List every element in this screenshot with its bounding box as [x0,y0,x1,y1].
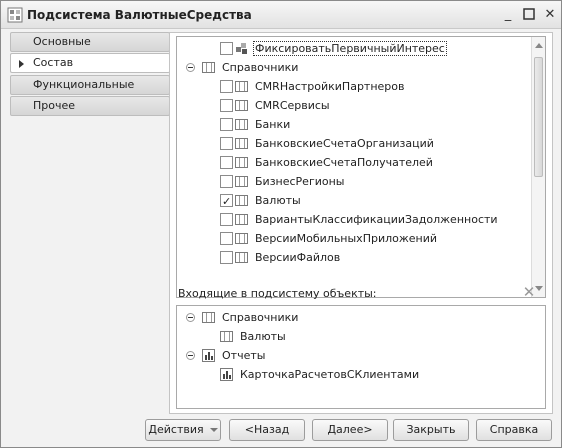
tree-row[interactable]: ВерсииМобильныхПриложений [177,229,532,248]
tree-group-row[interactable]: Справочники [177,58,532,77]
tree-row[interactable]: CMRСервисы [177,96,532,115]
catalog-icon [235,138,248,149]
window-title: Подсистема ВалютныеСредства [27,8,252,22]
scroll-thumb[interactable] [534,57,543,177]
report-icon [220,368,233,381]
catalog-icon [235,252,248,263]
catalog-icon [235,157,248,168]
tree-row[interactable]: КарточкаРасчетовСКлиентами [177,365,532,384]
sidebar-item-main[interactable]: Основные [10,32,170,52]
row-checkbox[interactable] [220,251,233,264]
chevron-down-icon [209,428,218,432]
next-button[interactable]: Далее> [312,419,388,441]
subsystem-window: Подсистема ВалютныеСредства _ ✕ Основные… [0,0,562,448]
command-icon [236,43,247,54]
sidebar-item-label: Прочее [33,99,76,112]
tree-row[interactable]: ФиксироватьПервичныйИнтерес [177,39,532,58]
tree-row[interactable]: ВерсииФайлов [177,248,532,267]
sidebar-item-functional-options[interactable]: Функциональные опции [10,75,170,109]
tree-row-label: КарточкаРасчетовСКлиентами [240,368,420,381]
actions-button[interactable]: Действия [145,419,221,441]
catalog-icon [202,62,215,73]
catalog-icon [235,119,248,130]
collapse-icon[interactable] [186,351,195,360]
title-bar: Подсистема ВалютныеСредства _ ✕ [1,1,561,29]
row-checkbox-checked[interactable] [220,192,233,211]
row-checkbox[interactable] [220,232,233,245]
subsystem-icon [7,7,23,23]
tree-row-label: ВариантыКлассификацииЗадолженности [255,213,498,226]
catalog-icon [235,233,248,244]
row-checkbox[interactable] [220,118,233,131]
tree-row-label: Валюты [240,330,286,343]
scroll-down-icon[interactable] [535,286,543,291]
tree-row-label: БанковскиеСчетаПолучателей [255,156,433,169]
tree-row-label: Справочники [222,311,299,324]
help-button[interactable]: Справка [476,419,552,441]
catalog-icon [235,100,248,111]
tree-row[interactable]: БизнесРегионы [177,172,532,191]
actions-button-label: Действия [148,423,204,436]
row-checkbox[interactable] [220,175,233,188]
tree-row-label: Банки [255,118,291,131]
tree-row[interactable]: БанковскиеСчетаПолучателей [177,153,532,172]
current-arrow-icon [19,60,24,68]
catalog-icon [235,195,248,206]
row-checkbox[interactable] [220,137,233,150]
collapse-icon[interactable] [186,313,195,322]
tree-row[interactable]: Валюты [177,327,532,346]
tree-row-label: Справочники [222,61,299,74]
tree-row-label: БанковскиеСчетаОрганизаций [255,137,434,150]
tree-row[interactable]: Валюты [177,191,532,211]
tree-row-label: CMRНастройкиПартнеров [255,80,405,93]
sidebar-item-label: Состав [33,56,74,69]
tree-scrollbar[interactable] [531,37,545,297]
row-checkbox[interactable] [220,213,233,226]
tree-row[interactable]: ВариантыКлассификацииЗадолженности [177,210,532,229]
back-button[interactable]: <Назад [229,419,305,441]
catalog-icon [220,331,233,342]
close-icon[interactable]: ✕ [543,8,557,22]
sidebar-item-other[interactable]: Прочее [10,96,170,116]
clear-icon[interactable]: ✕ [522,285,536,300]
sidebar-item-label: Основные [33,35,91,48]
close-button[interactable]: Закрыть [393,419,469,441]
catalog-icon [235,176,248,187]
tree-row-label: Валюты [255,194,301,207]
tree-group-row[interactable]: Отчеты [177,346,532,365]
row-checkbox[interactable] [220,42,233,55]
row-checkbox[interactable] [220,99,233,112]
tree-row-label: Отчеты [222,349,266,362]
maximize-icon[interactable] [522,8,536,22]
minimize-icon[interactable]: _ [501,8,515,22]
metadata-tree[interactable]: ФиксироватьПервичныйИнтерес Справочники … [176,36,546,298]
tree-row-label: ВерсииФайлов [255,251,341,264]
composition-panel: ФиксироватьПервичныйИнтерес Справочники … [169,32,553,414]
tree-row[interactable]: БанковскиеСчетаОрганизаций [177,134,532,153]
tree-row-label: ВерсииМобильныхПриложений [255,232,438,245]
row-checkbox[interactable] [220,156,233,169]
tree-row-label: CMRСервисы [255,99,330,112]
row-checkbox[interactable] [220,80,233,93]
catalog-icon [202,312,215,323]
catalog-icon [235,214,248,225]
tree-row-label: БизнесРегионы [255,175,345,188]
included-objects-tree[interactable]: Справочники Валюты Отчеты КарточкаРасчет… [176,305,546,409]
scroll-up-icon[interactable] [535,43,543,48]
included-objects-label: Входящие в подсистему объекты: [178,287,377,300]
sidebar: Основные Состав Функциональные опции Про… [10,32,170,414]
report-icon [202,349,215,362]
tree-row[interactable]: Банки [177,115,532,134]
tree-row-label: ФиксироватьПервичныйИнтерес [253,41,447,56]
collapse-icon[interactable] [186,63,195,72]
tree-group-row[interactable]: Справочники [177,308,532,327]
catalog-icon [235,81,248,92]
sidebar-item-composition[interactable]: Состав [10,53,170,73]
button-bar: Действия <Назад Далее> Закрыть Справка [1,416,561,448]
tree-row[interactable]: CMRНастройкиПартнеров [177,77,532,96]
